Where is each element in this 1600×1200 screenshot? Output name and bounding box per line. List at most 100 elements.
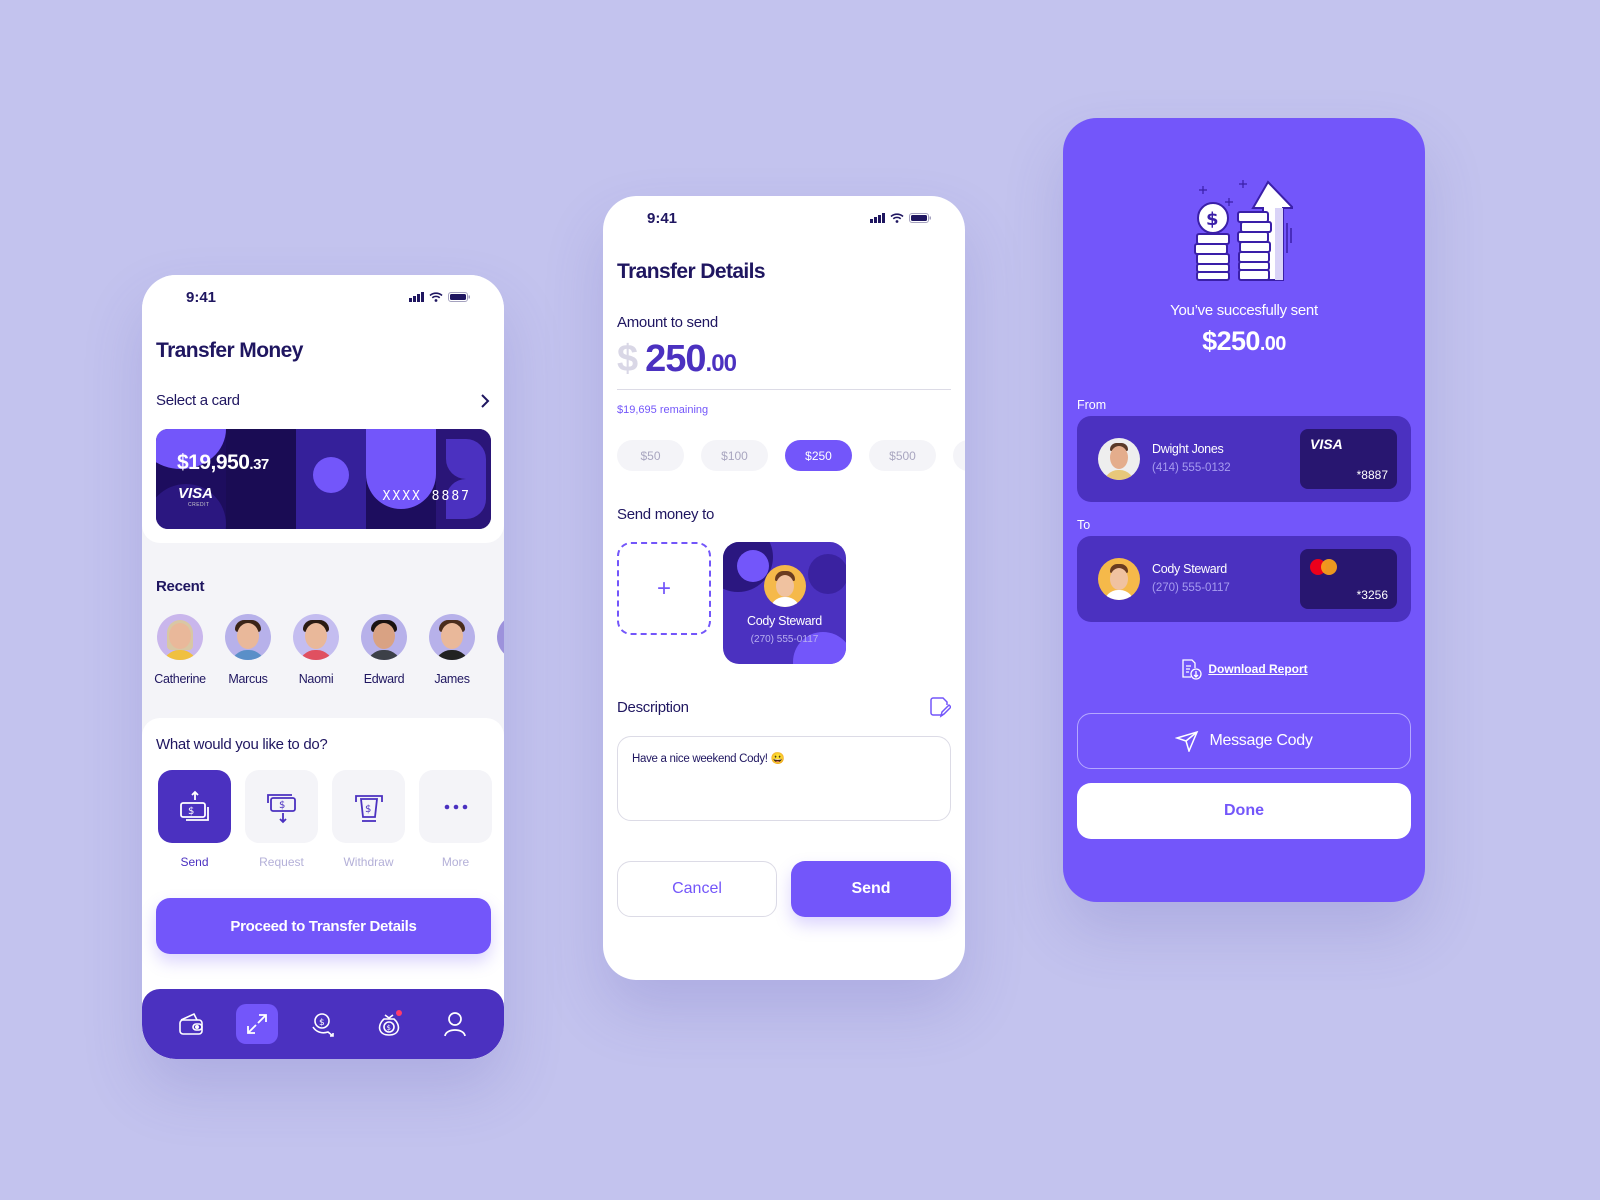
svg-text:$: $ [387,1024,391,1032]
amount-input[interactable]: $250.00 [617,338,737,381]
amount-label: Amount to send [617,314,718,331]
status-icons [870,213,931,223]
preset-chip[interactable]: $50 [617,440,684,471]
svg-text:$: $ [319,1018,325,1028]
recipient-card: Cody Steward (270) 555-0117 *3256 [1077,536,1411,622]
status-icons [409,292,470,302]
recent-contact[interactable]: A [496,614,504,686]
message-button[interactable]: Message Cody [1077,713,1411,769]
send-to-label: Send money to [617,506,714,523]
more-dots-icon [444,804,467,809]
action-label: Withdraw [343,855,394,869]
recipient-card[interactable]: Cody Steward (270) 555-0117 [723,542,846,664]
description-label: Description [617,699,689,716]
card-last4: *3256 [1356,588,1388,602]
action-more[interactable]: More [419,770,492,869]
wifi-icon [429,292,443,302]
status-bar: 9:41 [603,196,965,240]
message-button-label: Message Cody [1209,732,1313,749]
done-button[interactable]: Done [1077,783,1411,839]
sender-phone: (414) 555-0132 [1152,462,1231,474]
sender-card: Dwight Jones (414) 555-0132 VISA *8887 [1077,416,1411,502]
cancel-button[interactable]: Cancel [617,861,777,917]
notification-badge [396,1010,402,1016]
proceed-button[interactable]: Proceed to Transfer Details [156,898,491,954]
bottom-tab-bar: $ $ [142,989,504,1059]
preset-chip-selected[interactable]: $250 [785,440,852,471]
plus-icon: + [656,574,671,602]
success-message: You’ve succesfully sent [1170,302,1318,319]
visa-logo: VISA [178,485,214,502]
card-type: CREDIT [188,502,210,508]
action-label: Send [180,855,209,869]
page-title: Transfer Money [156,339,303,362]
card-section: 9:41 Transfer Money Select a card $19,95… [142,275,504,543]
chevron-right-icon[interactable] [480,393,490,408]
transfer-details-screen: 9:41 Transfer Details Amount to send $25… [603,196,965,980]
action-label: Request [259,855,304,869]
svg-text:$: $ [365,804,371,815]
more-button[interactable] [419,770,492,843]
tab-wallet[interactable] [170,1004,212,1044]
recipient-phone: (270) 555-0117 [1152,582,1230,594]
recent-contact[interactable]: Naomi [292,614,340,686]
contact-name: Naomi [298,672,334,686]
tab-savings[interactable]: $ [368,1004,410,1044]
send-button[interactable]: $ [158,770,231,843]
action-list: $ Send $ Request $ Withdraw More [158,770,492,869]
download-report-label: Download Report [1208,662,1308,676]
battery-icon [448,292,470,302]
withdraw-button[interactable]: $ [332,770,405,843]
status-bar: 9:41 [142,275,504,319]
request-button[interactable]: $ [245,770,318,843]
recent-contact[interactable]: Catherine [154,614,206,686]
svg-text:$: $ [279,800,285,811]
select-card-row[interactable]: Select a card [156,392,490,409]
action-send[interactable]: $ Send [158,770,231,869]
tab-transfer[interactable] [236,1004,278,1044]
download-report-link[interactable]: Download Report [1063,658,1425,680]
recent-contact[interactable]: Edward [360,614,408,686]
card-number: XXXX 8887 [382,489,471,504]
tab-profile[interactable] [434,1004,476,1044]
send-button[interactable]: Send [791,861,951,917]
recent-contact[interactable]: Marcus [224,614,272,686]
action-label: More [441,855,470,869]
money-exchange-icon: $ [312,1013,334,1037]
page-title: Transfer Details [617,260,766,283]
avatar [429,614,475,660]
recipient-payment-card: *3256 [1300,549,1397,609]
amount-underline [617,389,951,390]
transfer-success-screen: $ You’ve succesfully sent $250.00 From D… [1063,118,1425,902]
tab-exchange[interactable]: $ [302,1004,344,1044]
svg-text:$: $ [188,806,194,817]
status-time: 9:41 [647,209,678,227]
visa-logo: VISA [1310,436,1343,452]
contact-name: Catherine [154,672,206,686]
wifi-icon [890,213,904,223]
avatar [1098,558,1140,600]
recent-contacts: Catherine Marcus Naomi Edward James A [154,614,504,686]
svg-text:$: $ [1206,209,1219,230]
action-request[interactable]: $ Request [245,770,318,869]
recent-title: Recent [156,578,205,595]
preset-chip[interactable]: $100 [701,440,768,471]
preset-chip-partial[interactable] [953,440,965,471]
action-withdraw[interactable]: $ Withdraw [332,770,405,869]
description-input[interactable]: Have a nice weekend Cody! 😀 [617,736,951,821]
coins-growth-illustration: $ [1194,180,1293,281]
contact-name: Edward [363,672,405,686]
request-money-icon: $ [266,793,296,823]
selected-card[interactable]: $19,950.37 VISA CREDIT XXXX 8887 [156,429,491,529]
avatar [1098,438,1140,480]
signal-icon [870,213,885,223]
edit-note-icon[interactable] [929,696,951,718]
actions-title: What would you like to do? [156,736,328,753]
preset-chip[interactable]: $500 [869,440,936,471]
avatar [764,565,806,607]
add-recipient-button[interactable]: + [617,542,711,635]
signal-icon [409,292,424,302]
send-money-icon: $ [179,790,209,821]
avatar [293,614,339,660]
recent-contact[interactable]: James [428,614,476,686]
